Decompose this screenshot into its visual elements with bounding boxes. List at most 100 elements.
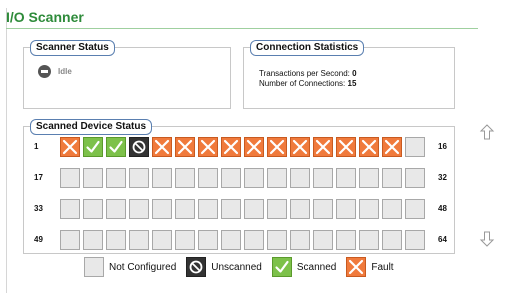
device-cell-not-configured[interactable] bbox=[106, 199, 126, 219]
device-cell-not-configured[interactable] bbox=[198, 168, 218, 188]
device-cell-not-configured[interactable] bbox=[198, 199, 218, 219]
scanner-status-text: Idle bbox=[58, 67, 72, 76]
device-cell-not-configured[interactable] bbox=[405, 137, 425, 157]
legend-not-configured: Not Configured bbox=[84, 257, 176, 277]
legend-scanned: Scanned bbox=[271, 257, 336, 277]
idle-icon bbox=[38, 65, 51, 78]
device-cell-not-configured[interactable] bbox=[152, 168, 172, 188]
device-cell-not-configured[interactable] bbox=[60, 168, 80, 188]
device-cell-not-configured[interactable] bbox=[83, 230, 103, 250]
device-cell-fault[interactable] bbox=[60, 137, 80, 157]
device-cell-scanned[interactable] bbox=[106, 137, 126, 157]
device-cell-not-configured[interactable] bbox=[244, 199, 264, 219]
row-end-index: 64 bbox=[438, 235, 447, 244]
device-cell-not-configured[interactable] bbox=[290, 168, 310, 188]
device-cell-not-configured[interactable] bbox=[359, 199, 379, 219]
device-cell-not-configured[interactable] bbox=[359, 168, 379, 188]
device-cell-not-configured[interactable] bbox=[175, 199, 195, 219]
number-of-connections: Number of Connections: 15 bbox=[259, 79, 356, 88]
device-cell-fault[interactable] bbox=[152, 137, 172, 157]
device-cell-not-configured[interactable] bbox=[198, 230, 218, 250]
device-cell-not-configured[interactable] bbox=[313, 199, 333, 219]
device-cell-not-configured[interactable] bbox=[152, 230, 172, 250]
row-start-index: 1 bbox=[34, 142, 39, 151]
device-cell-not-configured[interactable] bbox=[382, 168, 402, 188]
device-cell-not-configured[interactable] bbox=[290, 199, 310, 219]
device-cell-fault[interactable] bbox=[175, 137, 195, 157]
not-configured-swatch bbox=[84, 257, 104, 277]
device-cell-fault[interactable] bbox=[244, 137, 264, 157]
device-cell-not-configured[interactable] bbox=[244, 230, 264, 250]
connection-statistics-panel: Connection Statistics Transactions per S… bbox=[243, 40, 455, 109]
device-row: 49 64 bbox=[24, 230, 454, 250]
device-cell-not-configured[interactable] bbox=[336, 230, 356, 250]
device-cell-not-configured[interactable] bbox=[267, 199, 287, 219]
device-cell-not-configured[interactable] bbox=[60, 230, 80, 250]
device-cell-not-configured[interactable] bbox=[382, 199, 402, 219]
tps-value: 0 bbox=[352, 69, 357, 78]
device-cell-not-configured[interactable] bbox=[129, 230, 149, 250]
device-cell-not-configured[interactable] bbox=[359, 230, 379, 250]
device-cell-scanned[interactable] bbox=[83, 137, 103, 157]
device-cell-not-configured[interactable] bbox=[313, 168, 333, 188]
device-cell-not-configured[interactable] bbox=[221, 199, 241, 219]
scanner-status-panel: Scanner Status Idle bbox=[23, 40, 231, 109]
device-row: 33 48 bbox=[24, 199, 454, 219]
device-cells bbox=[60, 168, 428, 188]
device-cell-not-configured[interactable] bbox=[152, 199, 172, 219]
device-cell-not-configured[interactable] bbox=[382, 230, 402, 250]
scanned-device-status-legend: Scanned Device Status bbox=[30, 119, 153, 135]
device-cell-fault[interactable] bbox=[359, 137, 379, 157]
device-cell-not-configured[interactable] bbox=[129, 199, 149, 219]
scanner-status-legend: Scanner Status bbox=[30, 40, 115, 56]
arrow-up-icon[interactable] bbox=[479, 124, 495, 140]
device-cell-not-configured[interactable] bbox=[244, 168, 264, 188]
device-cell-fault[interactable] bbox=[382, 137, 402, 157]
device-cells bbox=[60, 137, 428, 157]
device-cell-not-configured[interactable] bbox=[405, 168, 425, 188]
device-row: 1 16 bbox=[24, 137, 454, 157]
device-cell-not-configured[interactable] bbox=[129, 168, 149, 188]
device-cell-not-configured[interactable] bbox=[313, 230, 333, 250]
device-cell-fault[interactable] bbox=[221, 137, 241, 157]
status-legend: Not Configured Unscanned Scanned Fault bbox=[84, 257, 404, 277]
device-cell-not-configured[interactable] bbox=[405, 230, 425, 250]
device-cell-not-configured[interactable] bbox=[221, 230, 241, 250]
device-cells bbox=[60, 199, 428, 219]
device-cell-fault[interactable] bbox=[313, 137, 333, 157]
scanner-status-row: Idle bbox=[38, 65, 72, 78]
row-end-index: 48 bbox=[438, 204, 447, 213]
device-cell-fault[interactable] bbox=[336, 137, 356, 157]
device-cell-not-configured[interactable] bbox=[106, 168, 126, 188]
device-cell-not-configured[interactable] bbox=[106, 230, 126, 250]
device-cell-fault[interactable] bbox=[267, 137, 287, 157]
scanned-device-status-panel: Scanned Device Status 1 16 17 32 33 48 49 64 bbox=[23, 119, 455, 254]
legend-not-configured-label: Not Configured bbox=[109, 261, 177, 273]
page-title: I/O Scanner bbox=[6, 9, 84, 25]
device-cell-not-configured[interactable] bbox=[336, 168, 356, 188]
arrow-down-icon[interactable] bbox=[479, 231, 495, 247]
legend-fault-label: Fault bbox=[371, 261, 394, 273]
connections-value: 15 bbox=[347, 79, 357, 88]
device-cell-not-configured[interactable] bbox=[83, 199, 103, 219]
device-cell-not-configured[interactable] bbox=[175, 168, 195, 188]
legend-unscanned: Unscanned bbox=[186, 257, 262, 277]
device-cell-not-configured[interactable] bbox=[267, 230, 287, 250]
device-cell-not-configured[interactable] bbox=[221, 168, 241, 188]
legend-unscanned-label: Unscanned bbox=[211, 261, 262, 273]
device-cell-not-configured[interactable] bbox=[336, 199, 356, 219]
check-icon bbox=[271, 257, 292, 277]
device-cell-not-configured[interactable] bbox=[290, 230, 310, 250]
device-cell-fault[interactable] bbox=[198, 137, 218, 157]
device-cell-fault[interactable] bbox=[290, 137, 310, 157]
device-cell-not-configured[interactable] bbox=[60, 199, 80, 219]
device-cell-not-configured[interactable] bbox=[267, 168, 287, 188]
device-cell-not-configured[interactable] bbox=[405, 199, 425, 219]
connections-label: Number of Connections: bbox=[259, 79, 348, 88]
device-row: 17 32 bbox=[24, 168, 454, 188]
device-cell-unscanned[interactable] bbox=[129, 137, 149, 157]
device-cell-not-configured[interactable] bbox=[83, 168, 103, 188]
unscanned-icon bbox=[186, 257, 207, 277]
device-cell-not-configured[interactable] bbox=[175, 230, 195, 250]
connection-statistics-legend: Connection Statistics bbox=[250, 40, 365, 56]
